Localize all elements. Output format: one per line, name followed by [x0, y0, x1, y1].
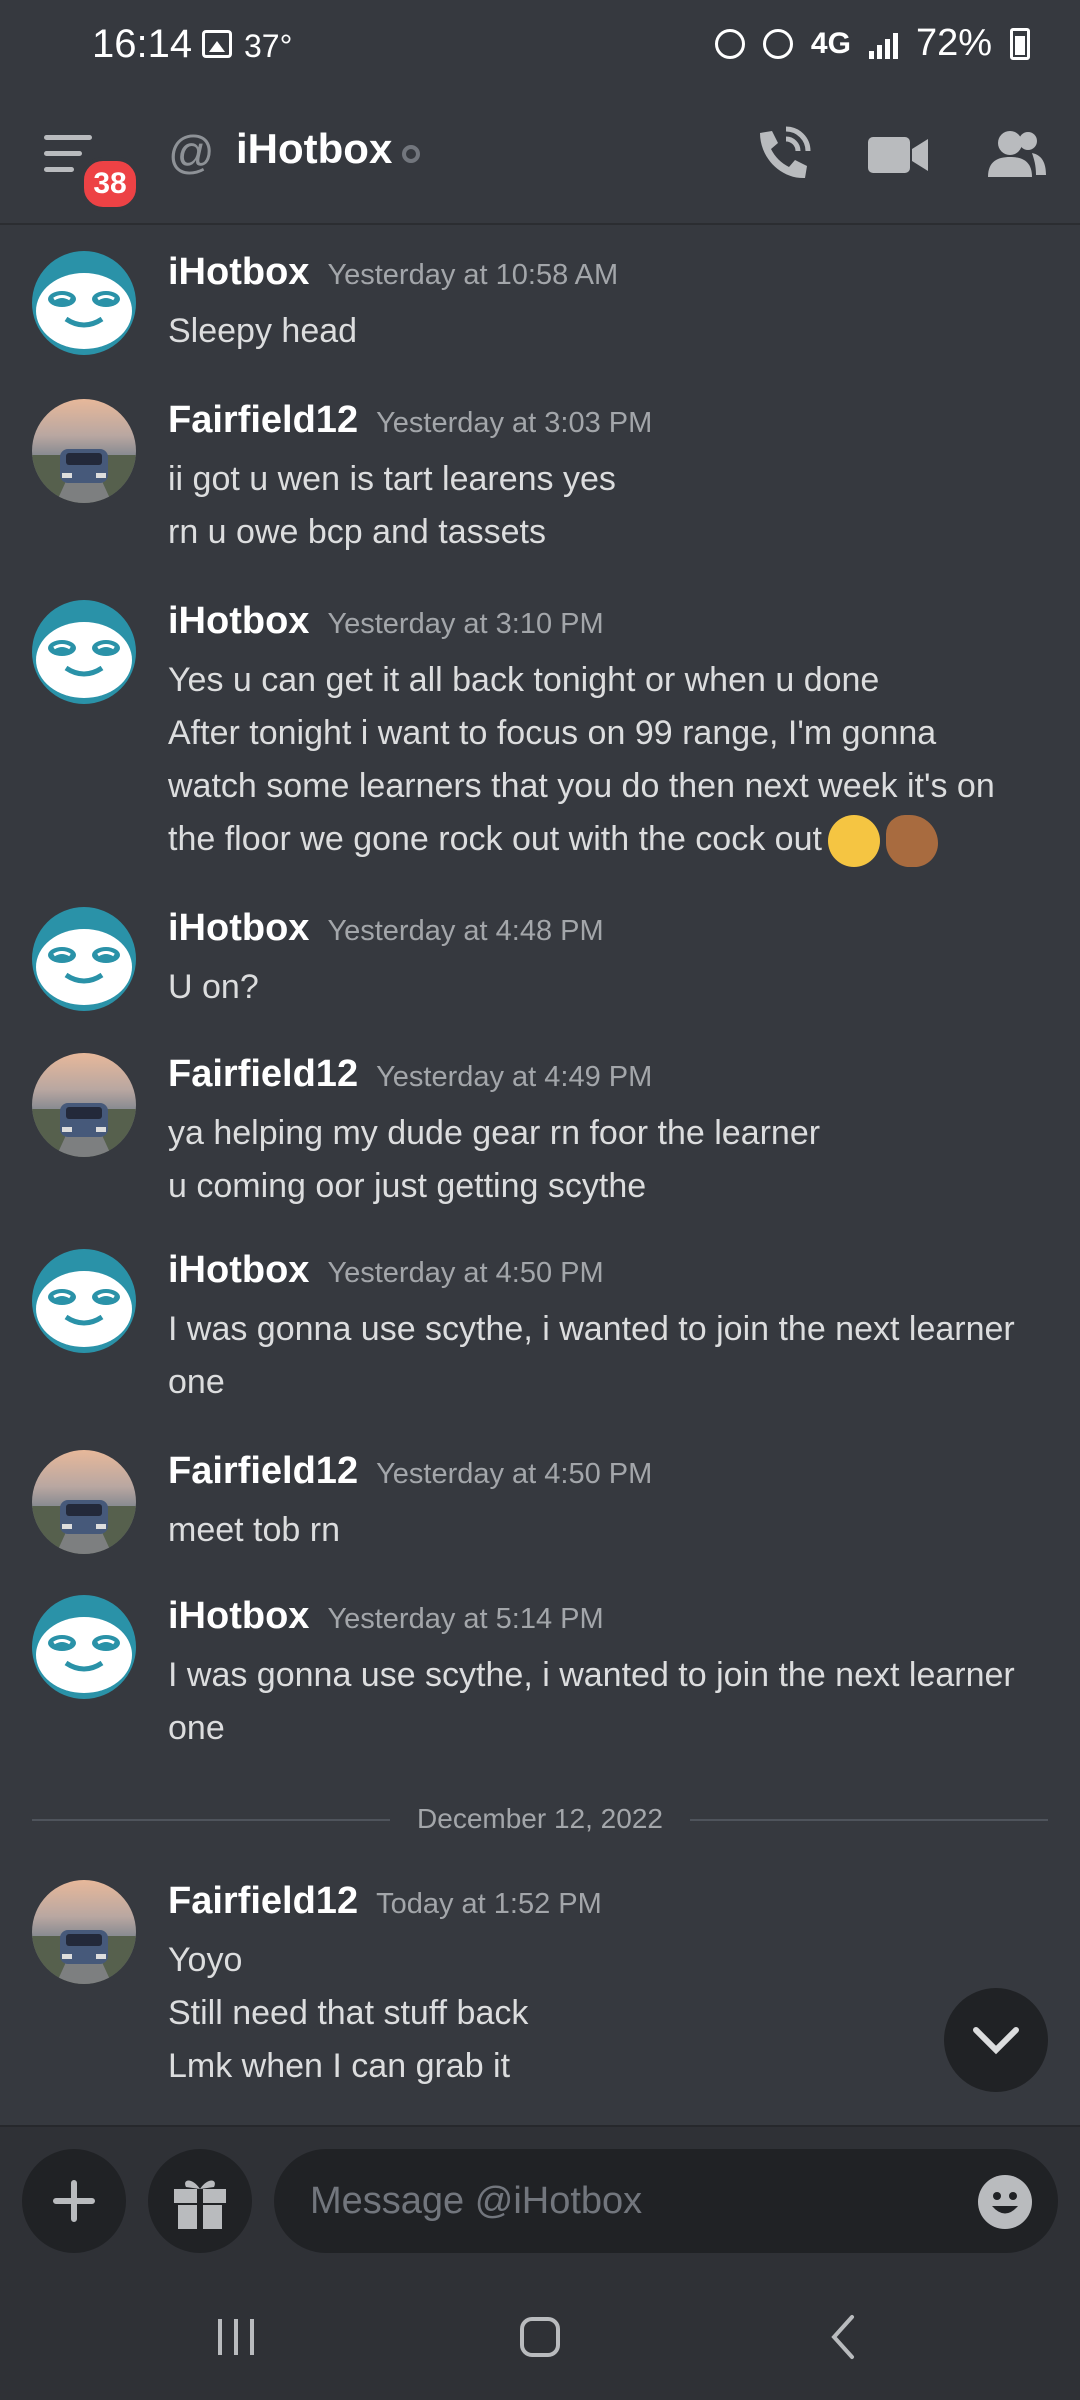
message-text: ya helping my dude gear rn foor the lear…: [168, 1114, 821, 1152]
message-text: I was gonna use scythe, i wanted to join…: [168, 1656, 1015, 1694]
battery-percent: 72%: [915, 22, 992, 64]
status-time: 16:14: [92, 22, 193, 66]
flexed-biceps-emoji-icon: [885, 815, 938, 868]
chevron-down-icon: [973, 2027, 1019, 2055]
sloth-avatar-icon: [36, 622, 132, 698]
avatar[interactable]: [32, 1595, 136, 1699]
message-timestamp: Yesterday at 4:50 PM: [327, 1257, 604, 1289]
offline-status-icon: [402, 145, 420, 163]
smiley-icon: [992, 2192, 1018, 2214]
message-author[interactable]: iHotbox: [168, 600, 309, 642]
message-text: U on?: [168, 968, 259, 1006]
message-text: meet tob rn: [168, 1511, 340, 1549]
system-navigation-bar: [0, 2275, 1080, 2400]
status-temperature: 37°: [244, 28, 293, 64]
message-text: one: [168, 1363, 225, 1401]
message-timestamp: Today at 1:52 PM: [376, 1888, 602, 1920]
battery-saver-icon: [714, 28, 745, 59]
message-text: I was gonna use scythe, i wanted to join…: [168, 1310, 1015, 1348]
message-timestamp: Yesterday at 4:48 PM: [327, 915, 604, 947]
car-photo-avatar-icon: [32, 449, 136, 503]
message-text: rn u owe bcp and tassets: [168, 513, 547, 551]
alarm-icon: [762, 28, 793, 59]
members-icon: [988, 131, 1046, 177]
message-timestamp: Yesterday at 4:50 PM: [376, 1458, 653, 1490]
avatar[interactable]: [32, 1880, 136, 1984]
at-icon: @: [168, 126, 215, 178]
message-text: After tonight i want to focus on 99 rang…: [168, 714, 937, 752]
car-photo-avatar-icon: [32, 1930, 136, 1984]
add-attachment-button[interactable]: [22, 2149, 126, 2253]
message-timestamp: Yesterday at 3:10 PM: [327, 608, 604, 640]
message-author[interactable]: iHotbox: [168, 907, 309, 949]
message-author[interactable]: iHotbox: [168, 251, 309, 293]
message-input[interactable]: [274, 2149, 1058, 2253]
member-list-button[interactable]: [980, 123, 1050, 187]
home-icon: [520, 2317, 560, 2357]
sloth-avatar-icon: [36, 1617, 132, 1693]
tears-of-joy-emoji-icon: [827, 815, 880, 868]
plus-icon: [53, 2180, 95, 2222]
recent-apps-button[interactable]: [196, 2305, 276, 2369]
video-call-button[interactable]: [864, 123, 934, 187]
message-author[interactable]: Fairfield12: [168, 1880, 358, 1922]
avatar[interactable]: [32, 1249, 136, 1353]
message-text: u coming oor just getting scythe: [168, 1167, 647, 1205]
message-text: watch some learners that you do then nex…: [168, 767, 995, 805]
avatar[interactable]: [32, 399, 136, 503]
menu-button[interactable]: 38: [44, 127, 140, 211]
avatar[interactable]: [32, 1450, 136, 1554]
message-text: Lmk when I can grab it: [168, 2047, 511, 2085]
message-timestamp: Yesterday at 5:14 PM: [327, 1603, 604, 1635]
message-author[interactable]: Fairfield12: [168, 399, 358, 441]
message-timestamp: Yesterday at 4:49 PM: [376, 1061, 653, 1093]
message-text: ii got u wen is tart learens yes: [168, 460, 616, 498]
sloth-avatar-icon: [36, 1271, 132, 1347]
message-text-with-emoji: the floor we gone rock out with the cock…: [168, 813, 1050, 868]
jump-to-bottom-button[interactable]: [944, 1988, 1048, 2092]
message-composer: [0, 2125, 1080, 2277]
phone-call-icon: [760, 126, 811, 179]
car-photo-avatar-icon: [32, 1500, 136, 1554]
voice-call-button[interactable]: [748, 123, 818, 187]
back-icon: [831, 2315, 854, 2359]
signal-icon: [868, 29, 898, 59]
network-type: 4G: [810, 26, 851, 60]
video-camera-icon: [868, 137, 928, 173]
message-text: Still need that stuff back: [168, 1994, 529, 2032]
message-author[interactable]: Fairfield12: [168, 1053, 358, 1095]
avatar[interactable]: [32, 251, 136, 355]
emoji-picker-button[interactable]: [978, 2175, 1032, 2229]
message-text: Sleepy head: [168, 312, 358, 350]
message-text: Yes u can get it all back tonight or whe…: [168, 661, 880, 699]
sloth-avatar-icon: [36, 273, 132, 349]
recent-apps-icon: [218, 2319, 254, 2355]
home-button[interactable]: [500, 2305, 580, 2369]
car-photo-avatar-icon: [32, 1103, 136, 1157]
message-author[interactable]: iHotbox: [168, 1249, 309, 1291]
sloth-avatar-icon: [36, 929, 132, 1005]
message-text: the floor we gone rock out with the cock…: [168, 820, 822, 858]
message-author[interactable]: Fairfield12: [168, 1450, 358, 1492]
gift-icon: [174, 2180, 226, 2229]
message-timestamp: Yesterday at 10:58 AM: [327, 259, 619, 291]
message-timestamp: Yesterday at 3:03 PM: [376, 407, 653, 439]
dm-title[interactable]: iHotbox: [236, 125, 392, 173]
avatar[interactable]: [32, 600, 136, 704]
message-list[interactable]: iHotbox Yesterday at 10:58 AM Sleepy head…: [0, 225, 1080, 2125]
message-text: Yoyo: [168, 1941, 243, 1979]
back-button[interactable]: [804, 2305, 884, 2369]
status-bar: 16:14 37° 4G 72%: [0, 0, 1080, 95]
avatar[interactable]: [32, 1053, 136, 1157]
dm-header: 38 @ iHotbox: [0, 95, 1080, 225]
unread-badge: 38: [80, 157, 140, 211]
avatar[interactable]: [32, 907, 136, 1011]
gallery-icon: [202, 30, 232, 58]
message-author[interactable]: iHotbox: [168, 1595, 309, 1637]
gift-button[interactable]: [148, 2149, 252, 2253]
message-text: one: [168, 1709, 225, 1747]
date-divider: December 12, 2022: [32, 1799, 1048, 1839]
battery-icon: [1010, 27, 1030, 60]
